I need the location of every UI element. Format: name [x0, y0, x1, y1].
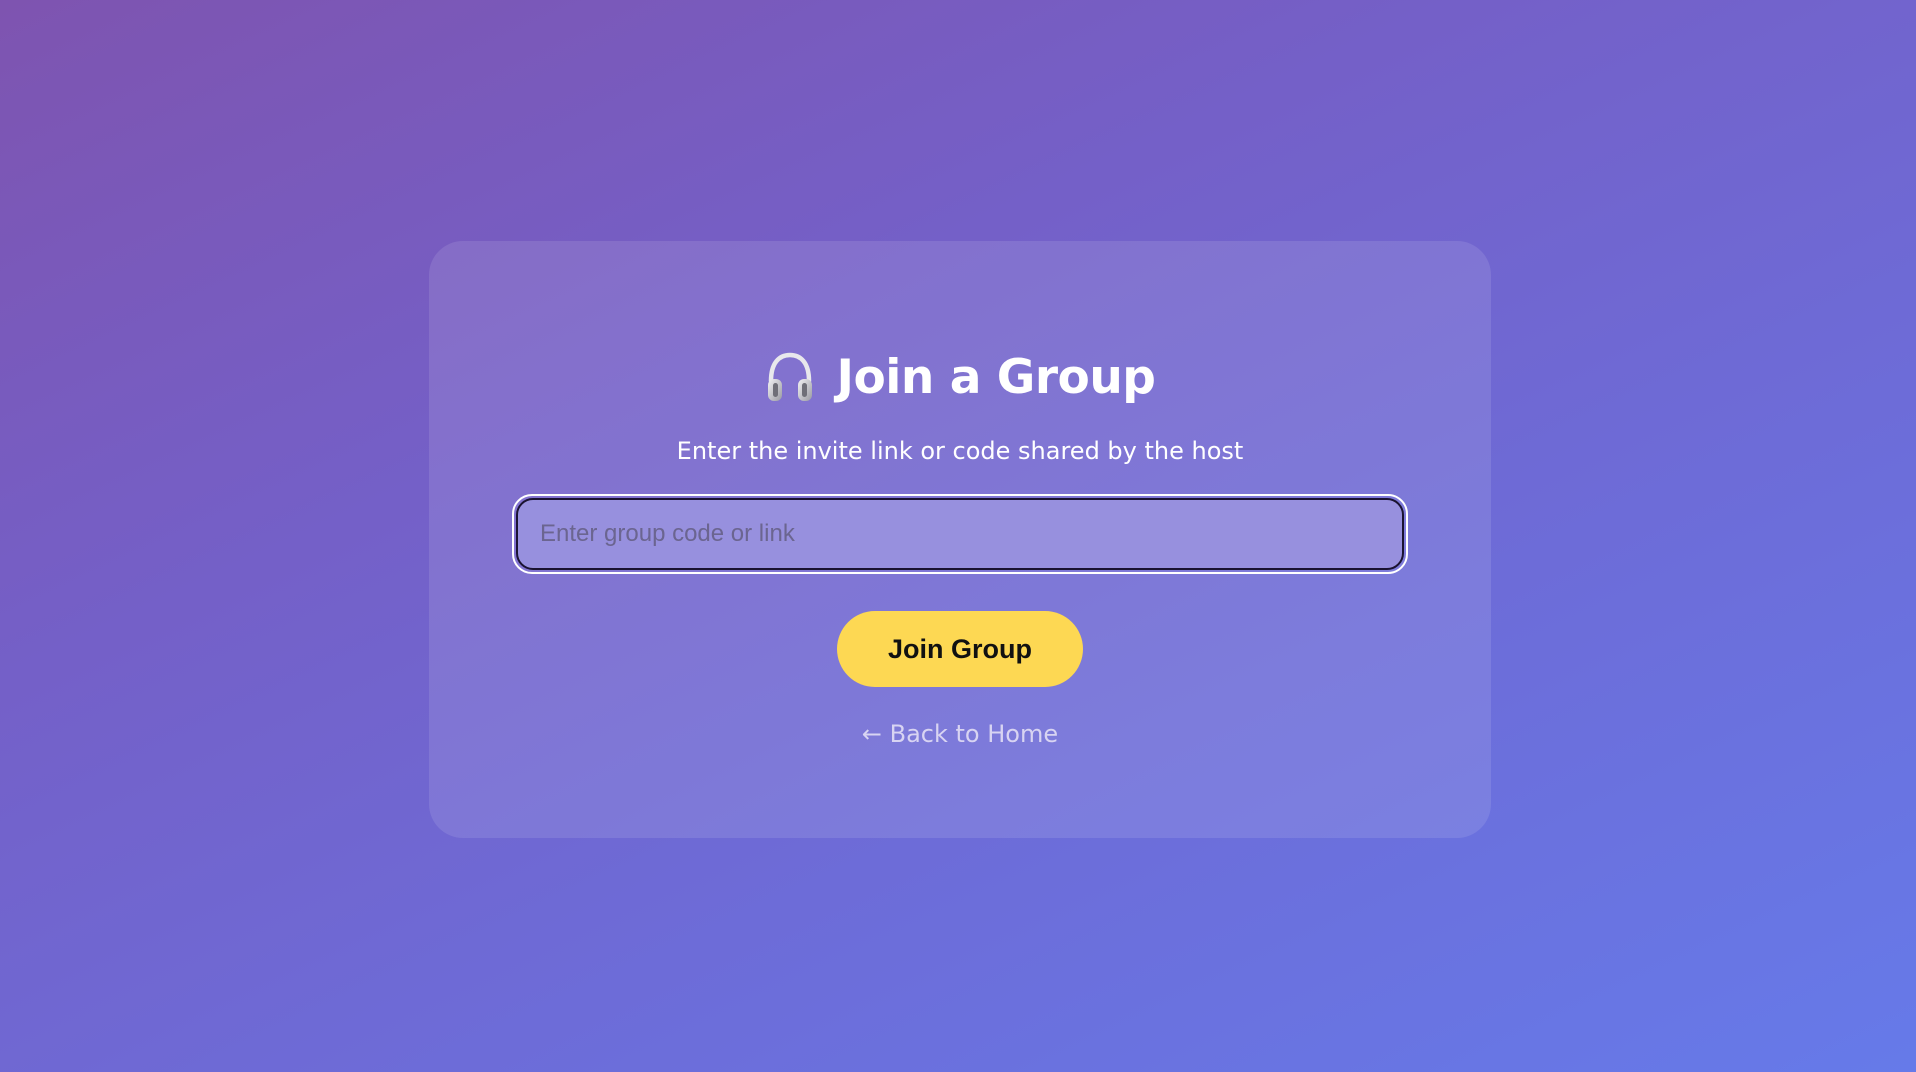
page-subtitle: Enter the invite link or code shared by … [676, 437, 1244, 465]
title-row: Join a Group [429, 345, 1491, 409]
back-to-home-link[interactable]: ← Back to Home [862, 720, 1058, 748]
page-title: Join a Group [836, 349, 1156, 405]
group-code-input[interactable] [516, 498, 1404, 570]
headphones-icon [765, 351, 815, 403]
join-group-card: Join a Group Enter the invite link or co… [429, 241, 1491, 838]
back-link-row: ← Back to Home [429, 722, 1491, 746]
code-input-frame [512, 494, 1408, 574]
join-group-button[interactable]: Join Group [837, 611, 1083, 687]
